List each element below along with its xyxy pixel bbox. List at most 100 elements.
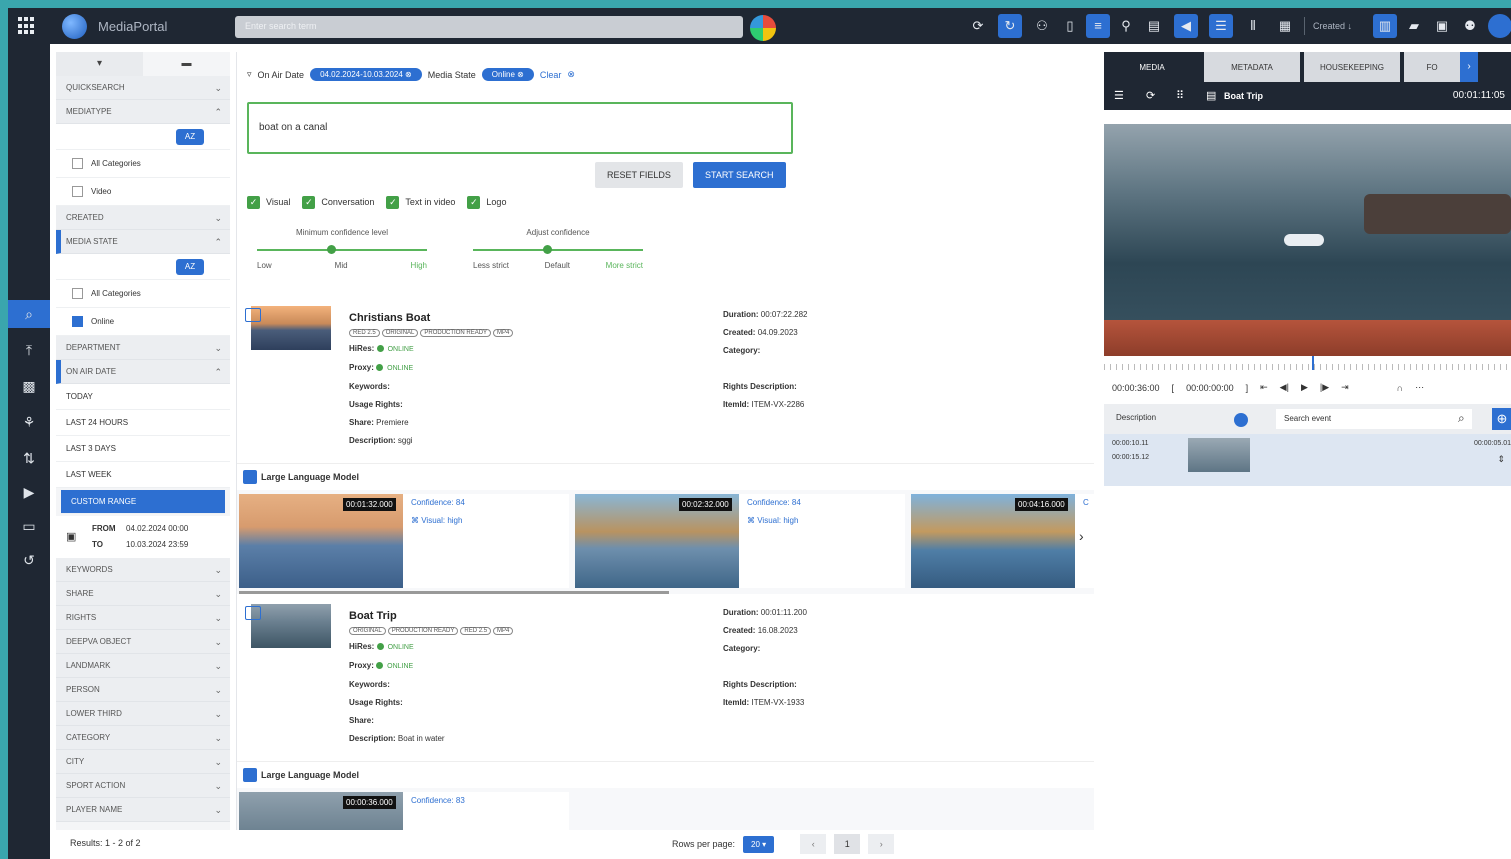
add-event-button[interactable]: ⊕ [1492,408,1511,430]
clip-card[interactable]: 00:02:32.000 Confidence: 84 ⌘ Visual: hi… [575,494,905,588]
rows-per-page-select[interactable]: 20 ▾ [743,835,775,853]
playhead[interactable] [1312,356,1314,370]
grid-view-icon[interactable]: ▦ [1273,14,1297,38]
refresh-icon[interactable]: ⟳ [1146,89,1155,102]
upload-icon[interactable]: ⤒ [8,336,50,364]
filter-landmark[interactable]: LANDMARK ⌄ [56,654,230,678]
headphones-icon[interactable]: ∩ [1397,383,1403,393]
panel-layout-icon[interactable]: ▥ [1373,14,1397,38]
option-online[interactable]: Online [56,308,230,336]
apps-grid-icon[interactable] [18,17,36,35]
tab-folders[interactable]: ▬ [143,52,230,76]
goto-in-icon[interactable]: ⇤ [1260,382,1268,393]
tab-media[interactable]: MEDIA [1104,52,1200,82]
chip-on-air-date[interactable]: 04.02.2024-10.03.2024 ⊗ [310,68,422,81]
avatar[interactable] [1488,14,1511,38]
list-view-icon[interactable]: ☰ [1209,14,1233,38]
bookmark-icon[interactable]: ▯ [1058,14,1082,38]
filter-lower-third[interactable]: LOWER THIRD ⌄ [56,702,230,726]
users-icon[interactable]: ⚉ [1458,14,1482,38]
clip-card[interactable]: 00:01:32.000 Confidence: 84 ⌘ Visual: hi… [239,494,569,588]
confidence-slider[interactable]: Minimum confidence level Low Mid High [257,228,427,270]
sort-button[interactable]: AZ [176,259,204,275]
columns-icon[interactable]: ⦀ [1241,14,1265,38]
filter-sport-action[interactable]: SPORT ACTION ⌄ [56,774,230,798]
mark-out-icon[interactable]: ] [1246,383,1249,393]
sort-created-label[interactable]: Created ↓ [1313,21,1352,31]
start-search-button[interactable]: START SEARCH [693,162,786,188]
filter-category[interactable]: CATEGORY ⌄ [56,726,230,750]
tab-filter[interactable]: ▾ [56,52,143,76]
sort-button[interactable]: AZ [176,129,204,145]
filter-media-state[interactable]: MEDIA STATE ⌃ [56,230,230,254]
checkbox[interactable] [72,186,83,198]
checkbox[interactable] [72,288,83,300]
select-checkbox[interactable] [245,308,261,322]
sync-icon[interactable]: ↻ [998,14,1022,38]
workflow-icon[interactable]: ⚘ [8,408,50,436]
chevron-right-icon[interactable]: › [1079,528,1084,544]
slider-knob[interactable] [543,245,552,254]
chevron-right-icon[interactable]: › [1460,52,1478,82]
step-forward-icon[interactable]: |▶ [1320,382,1329,393]
select-checkbox[interactable] [245,606,261,620]
filter-created[interactable]: CREATED ⌄ [56,206,230,230]
thumbnail[interactable] [251,604,331,648]
video-player[interactable] [1104,124,1511,356]
more-icon[interactable]: ⋯ [1415,382,1424,393]
history-icon[interactable]: ↺ [8,546,50,574]
checkbox[interactable] [72,158,83,170]
transfer-icon[interactable]: ⇅ [8,444,50,472]
clipboard-icon[interactable]: ▭ [8,512,50,540]
reset-fields-button[interactable]: RESET FIELDS [595,162,683,188]
option-all-categories[interactable]: All Categories [56,150,230,178]
check-text-in-video[interactable]: ✓ Text in video [386,196,455,209]
search-icon[interactable]: ⌕ [1458,411,1465,426]
step-back-icon[interactable]: ◀| [1280,382,1289,393]
clear-icon[interactable]: ⊗ [567,69,575,80]
check-conversation[interactable]: ✓ Conversation [302,196,374,209]
to-value[interactable]: 10.03.2024 23:59 [126,540,188,549]
check-visual[interactable]: ✓ Visual [247,196,290,209]
check-logo[interactable]: ✓ Logo [467,196,506,209]
media-icon[interactable]: ▩ [8,372,50,400]
date-last-week[interactable]: LAST WEEK [56,462,230,488]
thumbnail[interactable] [251,306,331,350]
date-custom-range[interactable]: CUSTOM RANGE [61,490,225,514]
clip-card[interactable]: 00:00:36.000 Confidence: 83 [239,792,569,830]
menu-icon[interactable]: ☰ [1114,89,1124,102]
filter-player-name[interactable]: PLAYER NAME ⌄ [56,798,230,822]
goto-out-icon[interactable]: ⇥ [1341,382,1349,393]
filter-mediatype[interactable]: MEDIATYPE ⌃ [56,100,230,124]
filter-department[interactable]: DEPARTMENT ⌄ [56,336,230,360]
filter-deepva-object[interactable]: DEEPVA OBJECT ⌄ [56,630,230,654]
tab-more[interactable]: FO [1404,52,1460,82]
global-search-input[interactable]: Enter search term [235,16,743,38]
calendar-icon[interactable]: ▣ [66,530,76,543]
refresh-icon[interactable]: ⟳ [966,14,990,38]
tab-housekeeping[interactable]: HOUSEKEEPING [1304,52,1400,82]
option-video[interactable]: Video [56,178,230,206]
item-title[interactable]: Christians Boat [349,312,430,324]
result-item[interactable]: Boat Trip ORIGINAL PRODUCTION READY RED 2.… [237,594,1094,762]
option-all-categories[interactable]: All Categories [56,280,230,308]
mark-in-icon[interactable]: [ [1172,383,1175,393]
filter-city[interactable]: CITY ⌄ [56,750,230,774]
search-icon[interactable]: ⌕ [8,300,50,328]
query-input[interactable]: boat on a canal [247,102,793,154]
description-select[interactable]: Description [1116,413,1156,422]
adjust-confidence-slider[interactable]: Adjust confidence Less strict Default More… [473,228,643,270]
slider-knob[interactable] [327,245,336,254]
drag-handle-icon[interactable]: ⠿ [1176,89,1184,102]
user-tree-icon[interactable]: ⚲ [1114,14,1138,38]
folder-icon[interactable]: ▰ [1402,14,1426,38]
search-event-input[interactable]: Search event [1276,409,1472,429]
video-icon[interactable]: ▶ [8,478,50,506]
event-row[interactable]: 00:00:10.11 00:00:15.12 00:00:05.01 ⇕ [1104,434,1511,486]
play-icon[interactable]: ▶ [1301,382,1308,393]
filter-person[interactable]: PERSON ⌄ [56,678,230,702]
from-value[interactable]: 04.02.2024 00:00 [126,524,188,533]
prev-page-button[interactable]: ‹ [800,834,827,854]
filter-rights[interactable]: RIGHTS ⌄ [56,606,230,630]
document-icon[interactable]: ▤ [1142,14,1166,38]
